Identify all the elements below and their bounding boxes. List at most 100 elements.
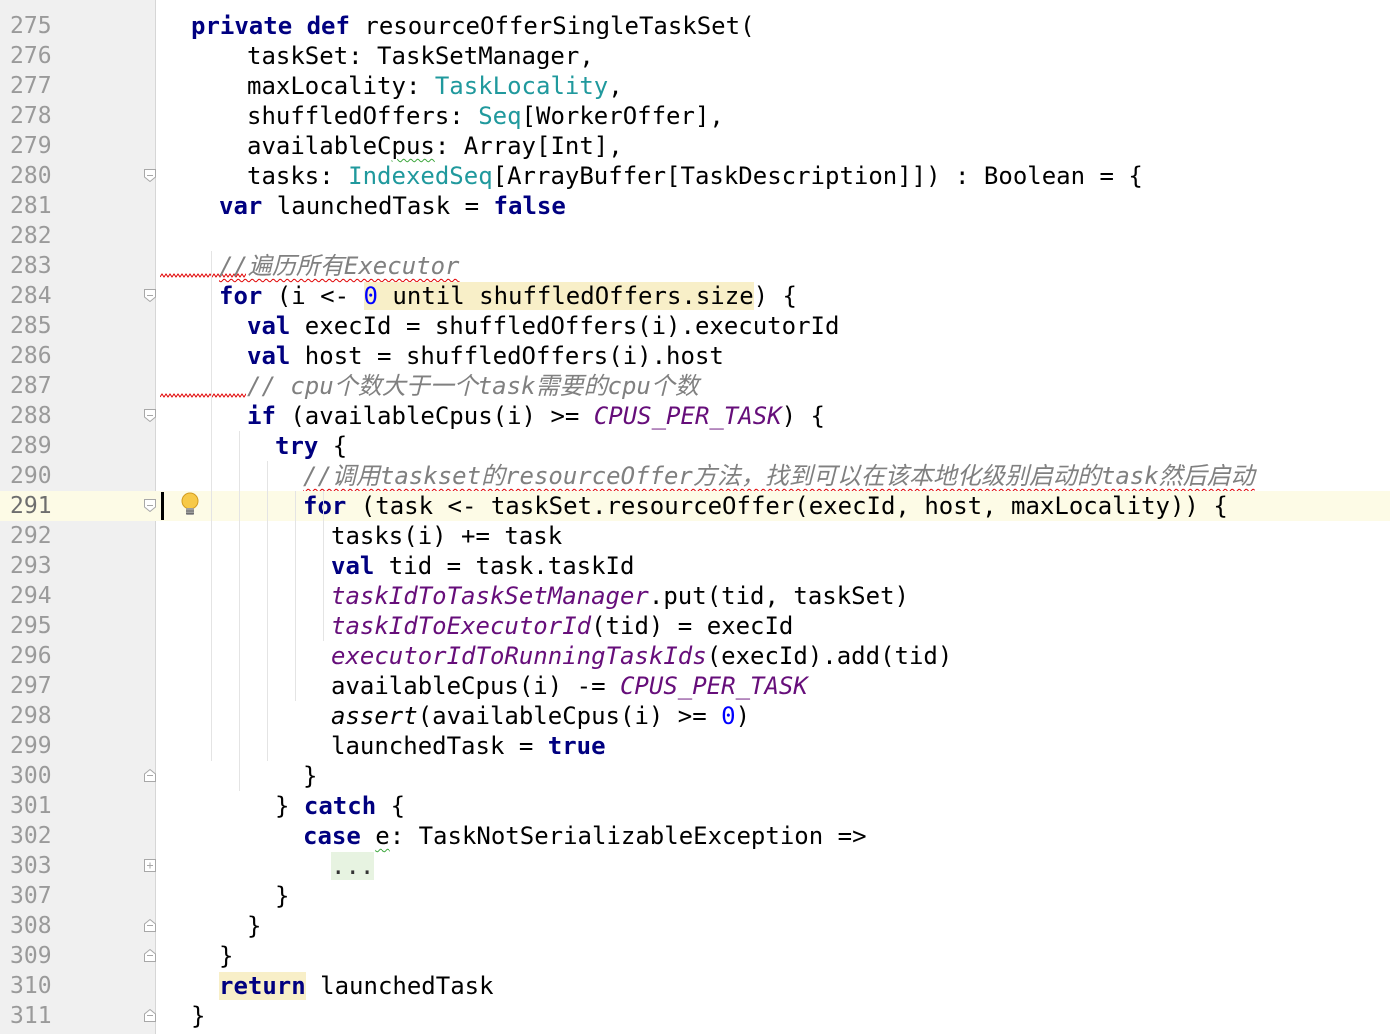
fold-open-icon[interactable] — [144, 499, 156, 512]
code-line[interactable]: 308} — [0, 911, 1390, 941]
code-text[interactable]: } — [247, 911, 261, 941]
code-text[interactable]: maxLocality: TaskLocality, — [247, 71, 623, 101]
fold-close-icon[interactable] — [144, 949, 156, 962]
code-line[interactable]: 302 case e: TaskNotSerializableException … — [0, 821, 1390, 851]
line-number: 299 — [10, 733, 52, 759]
fold-open-icon[interactable] — [144, 169, 156, 182]
code-line[interactable]: 296 executorIdToRunningTaskIds(execId).ad… — [0, 641, 1390, 671]
code-line[interactable]: 279 availableCpus: Array[Int], — [0, 131, 1390, 161]
line-number: 284 — [10, 283, 52, 309]
code-text[interactable]: launchedTask = true — [331, 731, 606, 761]
line-number: 290 — [10, 463, 52, 489]
code-text[interactable]: if (availableCpus(i) >= CPUS_PER_TASK) { — [247, 401, 825, 431]
code-token: (task <- taskSet.resourceOffer(execId, h… — [346, 492, 1228, 520]
code-token: (tid) = execId — [591, 612, 794, 640]
line-number: 280 — [10, 163, 52, 189]
code-line[interactable]: 281 var launchedTask = false — [0, 191, 1390, 221]
code-line[interactable]: 282 — [0, 221, 1390, 251]
code-text[interactable]: case e: TaskNotSerializableException => — [303, 821, 867, 851]
code-token: IndexedSeq — [348, 162, 493, 190]
code-text[interactable]: } — [191, 1001, 205, 1031]
fold-open-icon[interactable] — [144, 289, 156, 302]
code-line[interactable]: 276 taskSet: TaskSetManager, — [0, 41, 1390, 71]
code-line[interactable]: 287 // cpu个数大于一个task需要的cpu个数 — [0, 371, 1390, 401]
code-line[interactable]: 288 if (availableCpus(i) >= CPUS_PER_TASK… — [0, 401, 1390, 431]
code-line[interactable]: 283 //遍历所有Executor — [0, 251, 1390, 281]
code-text[interactable]: //调用taskset的resourceOffer方法，找到可以在该本地化级别启… — [303, 461, 1255, 491]
code-line[interactable]: 277 maxLocality: TaskLocality, — [0, 71, 1390, 101]
code-line[interactable]: 301} catch { — [0, 791, 1390, 821]
code-text[interactable]: return launchedTask — [219, 971, 494, 1001]
code-text[interactable]: // cpu个数大于一个task需要的cpu个数 — [247, 371, 699, 401]
fold-close-icon[interactable] — [144, 769, 156, 782]
code-line[interactable]: 290 //调用taskset的resourceOffer方法，找到可以在该本地化… — [0, 461, 1390, 491]
code-token: launchedTask = — [331, 732, 548, 760]
code-line[interactable]: 307} — [0, 881, 1390, 911]
code-token: 0 — [363, 282, 378, 310]
indent-guide — [239, 431, 240, 791]
line-number: 279 — [10, 133, 52, 159]
code-line[interactable]: 278 shuffledOffers: Seq[WorkerOffer], — [0, 101, 1390, 131]
code-line[interactable]: 294 taskIdToTaskSetManager.put(tid, taskS… — [0, 581, 1390, 611]
code-line[interactable]: 309} — [0, 941, 1390, 971]
code-text[interactable]: } — [275, 881, 289, 911]
fold-open-icon[interactable] — [144, 409, 156, 422]
line-number: 307 — [10, 883, 52, 909]
code-text[interactable]: try { — [275, 431, 347, 461]
code-line[interactable]: 300} — [0, 761, 1390, 791]
code-token: taskIdToTaskSetManager — [331, 582, 649, 610]
code-line[interactable]: 310 return launchedTask — [0, 971, 1390, 1001]
code-line[interactable]: 297 availableCpus(i) -= CPUS_PER_TASK — [0, 671, 1390, 701]
fold-expand-icon[interactable] — [144, 859, 156, 872]
code-line[interactable]: 292 tasks(i) += task — [0, 521, 1390, 551]
code-text[interactable]: } catch { — [275, 791, 405, 821]
code-editor[interactable]: 275 private def resourceOfferSingleTaskSe… — [0, 0, 1390, 1034]
code-line[interactable]: 295 taskIdToExecutorId(tid) = execId — [0, 611, 1390, 641]
code-token: (availableCpus(i) >= — [275, 402, 594, 430]
code-text[interactable]: availableCpus(i) -= CPUS_PER_TASK — [331, 671, 808, 701]
code-token: launchedTask = — [262, 192, 494, 220]
lightbulb-icon[interactable] — [178, 491, 202, 521]
code-text[interactable]: val host = shuffledOffers(i).host — [247, 341, 724, 371]
code-text[interactable]: for (i <- 0 until shuffledOffers.size) { — [219, 281, 797, 311]
code-token: taskSet: TaskSetManager, — [247, 42, 594, 70]
code-text[interactable]: var launchedTask = false — [219, 191, 566, 221]
code-text[interactable]: } — [219, 941, 233, 971]
code-line[interactable]: 299 launchedTask = true — [0, 731, 1390, 761]
code-text[interactable]: taskIdToTaskSetManager.put(tid, taskSet) — [331, 581, 909, 611]
code-token: CPUS_PER_TASK — [593, 402, 782, 430]
code-text[interactable]: val tid = task.taskId — [331, 551, 634, 581]
code-text[interactable]: executorIdToRunningTaskIds(execId).add(t… — [331, 641, 952, 671]
code-text[interactable]: taskIdToExecutorId(tid) = execId — [331, 611, 793, 641]
code-token: [WorkerOffer], — [521, 102, 724, 130]
code-line[interactable]: 280 tasks: IndexedSeq[ArrayBuffer[TaskDes… — [0, 161, 1390, 191]
code-line[interactable]: 285 val execId = shuffledOffers(i).execut… — [0, 311, 1390, 341]
code-line[interactable]: 303... — [0, 851, 1390, 881]
code-text[interactable]: //遍历所有Executor — [219, 251, 460, 281]
fold-close-icon[interactable] — [144, 1009, 156, 1022]
code-line[interactable]: 293 val tid = task.taskId — [0, 551, 1390, 581]
code-text[interactable]: private def resourceOfferSingleTaskSet( — [191, 11, 755, 41]
fold-close-icon[interactable] — [144, 919, 156, 932]
code-text[interactable]: val execId = shuffledOffers(i).executorI… — [247, 311, 839, 341]
code-line[interactable]: 286 val host = shuffledOffers(i).host — [0, 341, 1390, 371]
code-token: val — [247, 342, 291, 370]
code-token: 0 — [721, 702, 736, 730]
code-text[interactable]: ... — [331, 851, 375, 881]
code-line[interactable]: 289 try { — [0, 431, 1390, 461]
code-text[interactable]: tasks: IndexedSeq[ArrayBuffer[TaskDescri… — [247, 161, 1143, 191]
code-text[interactable]: for (task <- taskSet.resourceOffer(execI… — [303, 491, 1228, 521]
code-line[interactable]: 275 private def resourceOfferSingleTaskSe… — [0, 11, 1390, 41]
code-text[interactable]: taskSet: TaskSetManager, — [247, 41, 594, 71]
code-line[interactable]: 284 for (i <- 0 until shuffledOffers.size… — [0, 281, 1390, 311]
code-line[interactable]: 298 assert(availableCpus(i) >= 0) — [0, 701, 1390, 731]
code-token: launchedTask — [305, 972, 494, 1000]
code-text[interactable]: tasks(i) += task — [331, 521, 562, 551]
code-text[interactable]: availableCpus: Array[Int], — [247, 131, 623, 161]
code-token: } — [247, 912, 262, 940]
code-text[interactable]: } — [303, 761, 317, 791]
code-text[interactable]: assert(availableCpus(i) >= 0) — [331, 701, 750, 731]
code-line[interactable]: 311} — [0, 1001, 1390, 1031]
code-line[interactable]: 291 for (task <- taskSet.resourceOffer(ex… — [0, 491, 1390, 521]
code-text[interactable]: shuffledOffers: Seq[WorkerOffer], — [247, 101, 724, 131]
